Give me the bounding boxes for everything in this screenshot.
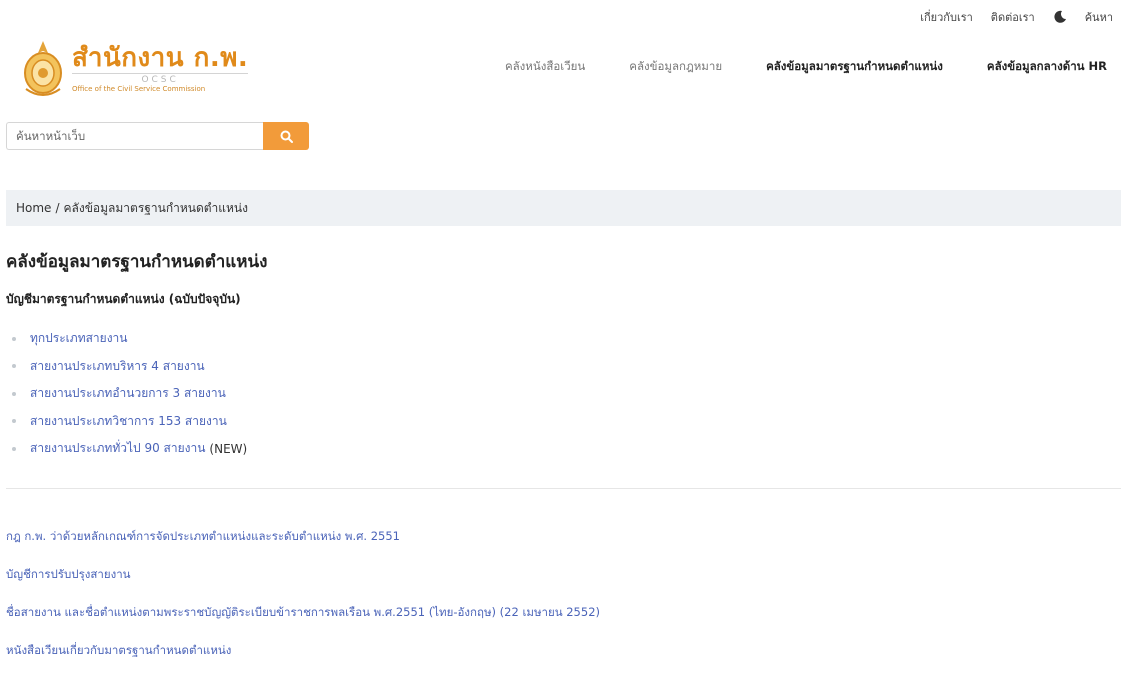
breadcrumb-current: คลังข้อมูลมาตรฐานกำหนดตำแหน่ง [63,200,248,215]
list-item-link[interactable]: สายงานประเภทวิชาการ 153 สายงาน [30,412,227,431]
moon-icon[interactable] [1053,10,1067,24]
main-nav: คลังหนังสือเวียน คลังข้อมูลกฎหมาย คลังข้… [505,58,1107,76]
link-standards-circulars[interactable]: หนังสือเวียนเกี่ยวกับมาตรฐานกำหนดตำแหน่ง [6,642,600,661]
list-item: ทุกประเภทสายงาน [12,325,247,353]
breadcrumb-separator: / [55,201,60,215]
list-item-link[interactable]: สายงานประเภทอำนวยการ 3 สายงาน [30,384,226,403]
list-item: สายงานประเภทบริหาร 4 สายงาน [12,353,247,381]
nav-item-circulars[interactable]: คลังหนังสือเวียน [505,58,585,76]
related-links: กฎ ก.พ. ว่าด้วยหลักเกณฑ์การจัดประเภทตำแห… [6,528,600,680]
nav-item-hr-data[interactable]: คลังข้อมูลกลางด้าน HR [987,58,1107,76]
link-position-names-th-en[interactable]: ชื่อสายงาน และชื่อตำแหน่งตามพระราชบัญญัต… [6,604,600,623]
list-item: สายงานประเภททั่วไป 90 สายงาน (NEW) [12,435,247,463]
top-utility-bar: เกี่ยวกับเรา ติดต่อเรา ค้นหา [920,8,1113,26]
bullet-icon [12,364,16,369]
link-job-line-updates[interactable]: บัญชีการปรับปรุงสายงาน [6,566,600,585]
breadcrumb-home[interactable]: Home [16,201,51,215]
search-link[interactable]: ค้นหา [1085,8,1113,26]
list-item: สายงานประเภทวิชาการ 153 สายงาน [12,408,247,436]
ocsc-emblem-icon [24,41,62,96]
about-link[interactable]: เกี่ยวกับเรา [920,8,973,26]
divider [6,488,1121,489]
search-input[interactable] [6,122,263,150]
bullet-icon [12,446,16,451]
search-icon [280,130,293,143]
bullet-icon [12,419,16,424]
link-regulation-2551[interactable]: กฎ ก.พ. ว่าด้วยหลักเกณฑ์การจัดประเภทตำแห… [6,528,600,547]
site-logo[interactable]: สำนักงาน ก.พ. OCSC Office of the Civil S… [20,39,249,97]
list-item-link[interactable]: สายงานประเภทบริหาร 4 สายงาน [30,357,205,376]
search-button[interactable] [263,122,309,150]
list-item-link[interactable]: ทุกประเภทสายงาน [30,329,128,348]
logo-abbrev: OCSC [72,72,249,85]
site-header: สำนักงาน ก.พ. OCSC Office of the Civil S… [20,38,1107,98]
bullet-icon [12,391,16,396]
site-search [6,122,309,150]
nav-item-position-standards[interactable]: คลังข้อมูลมาตรฐานกำหนดตำแหน่ง [766,58,943,76]
contact-link[interactable]: ติดต่อเรา [991,8,1035,26]
position-type-list: ทุกประเภทสายงาน สายงานประเภทบริหาร 4 สาย… [12,325,247,463]
logo-english-name: Office of the Civil Service Commission [72,84,206,93]
nav-item-laws[interactable]: คลังข้อมูลกฎหมาย [629,58,722,76]
breadcrumb: Home / คลังข้อมูลมาตรฐานกำหนดตำแหน่ง [6,190,1121,226]
new-badge: (NEW) [209,441,248,456]
list-item: สายงานประเภทอำนวยการ 3 สายงาน [12,380,247,408]
page-title: คลังข้อมูลมาตรฐานกำหนดตำแหน่ง [6,252,268,272]
section-title: บัญชีมาตรฐานกำหนดตำแหน่ง (ฉบับปัจจุบัน) [6,292,241,306]
bullet-icon [12,336,16,341]
logo-title: สำนักงาน ก.พ. [72,42,249,73]
list-item-link[interactable]: สายงานประเภททั่วไป 90 สายงาน [30,439,205,458]
